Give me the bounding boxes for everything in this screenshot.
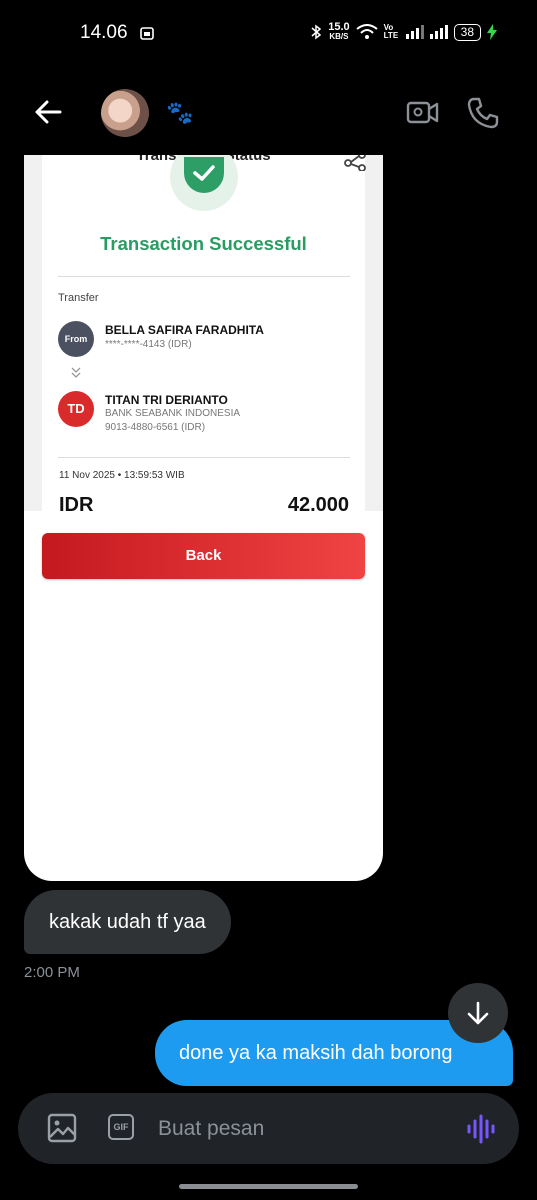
contact-avatar[interactable] — [101, 89, 149, 137]
message-timestamp: 2:00 PM — [24, 964, 80, 981]
sender-name: BELLA SAFIRA FARADHITA — [105, 323, 264, 337]
divider — [58, 276, 350, 277]
signal-icon — [405, 25, 424, 39]
recipient-account: 9013-4880-6561 (IDR) — [105, 422, 206, 433]
wifi-icon — [356, 24, 378, 39]
signal-icon-2 — [429, 25, 448, 39]
recipient-bank: BANK SEABANK INDONESIA — [105, 408, 241, 419]
message-input[interactable] — [158, 1114, 438, 1144]
receipt-back-button: Back — [42, 533, 365, 579]
bluetooth-icon — [311, 24, 322, 40]
transaction-datetime: 11 Nov 2025 • 13:59:53 WIB — [59, 470, 185, 481]
transfer-label: Transfer — [58, 292, 99, 304]
status-icons: 15.0 KB/S Vo LTE 38 — [310, 22, 497, 42]
voice-message-icon[interactable] — [466, 1112, 496, 1151]
receipt-area: Transaction Status Transaction Successfu… — [24, 155, 383, 511]
volte-icon: Vo LTE — [383, 23, 399, 40]
status-time: 14.06 — [80, 22, 128, 43]
voice-call-icon[interactable] — [466, 96, 500, 135]
back-arrow-icon[interactable] — [30, 94, 66, 130]
recipient-badge: TD — [58, 391, 94, 427]
arrow-down-icon — [467, 1001, 489, 1025]
home-indicator — [179, 1184, 358, 1189]
from-badge: From — [58, 321, 94, 357]
notification-icon — [140, 26, 154, 45]
divider — [58, 457, 350, 458]
charging-icon — [487, 24, 497, 40]
contact-name-emoji[interactable]: 🐾 — [166, 100, 193, 126]
transaction-amount: 42.000 — [287, 494, 349, 511]
success-check-icon — [184, 157, 224, 193]
battery-level: 38 — [453, 23, 481, 41]
amount-currency: IDR — [59, 494, 94, 511]
gif-icon[interactable]: GIF — [108, 1114, 134, 1140]
recipient-name: TITAN TRI DERIANTO — [105, 393, 228, 407]
video-call-icon[interactable] — [406, 98, 440, 133]
share-icon — [343, 155, 367, 176]
sender-account: ****-****-4143 (IDR) — [105, 339, 192, 350]
incoming-message[interactable]: kakak udah tf yaa — [24, 890, 231, 954]
net-speed: 15.0 KB/S — [328, 21, 350, 42]
transaction-result: Transaction Successful — [100, 233, 307, 254]
scroll-to-bottom-button[interactable] — [448, 983, 508, 1043]
image-icon[interactable] — [47, 1113, 77, 1148]
shared-image[interactable]: Transaction Status Transaction Successfu… — [24, 155, 383, 881]
chevron-down-icon — [71, 367, 81, 382]
